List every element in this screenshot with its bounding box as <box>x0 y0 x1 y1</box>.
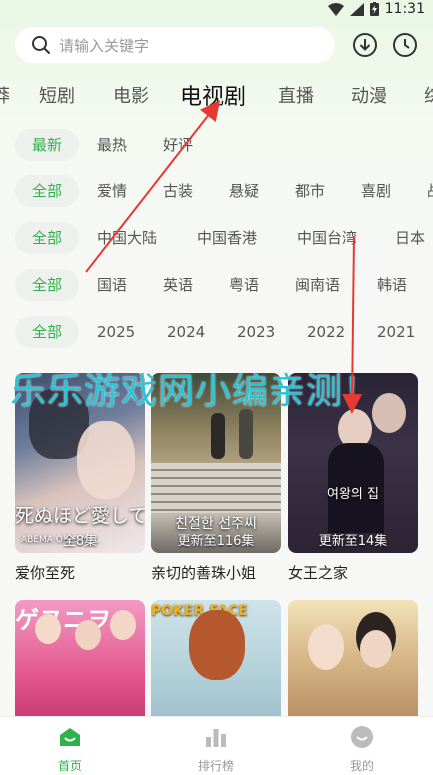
tab-tv-series[interactable]: 电视剧 <box>180 79 246 111</box>
nav-home[interactable]: 首页 <box>20 717 120 775</box>
filter-sort-newest[interactable]: 最新 <box>15 129 79 161</box>
nav-ranking-label: 排行榜 <box>197 759 234 773</box>
filter-language-row: 全部 国语 英语 粤语 闽南语 韩语 <box>0 269 433 303</box>
filter-genre-urban[interactable]: 都市 <box>295 175 325 207</box>
filter-region-all[interactable]: 全部 <box>15 222 79 254</box>
poster-title-text: 死ぬほど愛して <box>15 505 145 527</box>
poster-title-text: 여왕의 집 <box>327 487 379 502</box>
card-title: 女王之家 <box>288 564 349 582</box>
filter-language-all[interactable]: 全部 <box>15 269 79 301</box>
filter-genre-mystery[interactable]: 悬疑 <box>229 175 259 207</box>
filter-year-2022[interactable]: 2022 <box>307 316 345 348</box>
filter-sort-row: 最新 最热 好评 <box>0 129 433 163</box>
filter-year-2025[interactable]: 2025 <box>97 316 135 348</box>
filter-language-english[interactable]: 英语 <box>163 269 193 301</box>
smiley-icon <box>351 726 373 748</box>
card-title: 爱你至死 <box>15 564 76 582</box>
nav-ranking[interactable]: 排行榜 <box>166 717 266 775</box>
filter-language-cantonese[interactable]: 粤语 <box>229 269 259 301</box>
filter-sort-hottest[interactable]: 最热 <box>97 129 127 161</box>
clock-time: 11:31 <box>384 1 425 17</box>
search-input[interactable]: 请输入关键字 <box>15 27 335 63</box>
bottom-nav: 首页 排行榜 我的 <box>0 716 433 775</box>
filter-year-2024[interactable]: 2024 <box>167 316 205 348</box>
filter-language-mandarin[interactable]: 国语 <box>97 269 127 301</box>
episode-badge: 更新至14集 <box>318 534 388 549</box>
filter-language-korean[interactable]: 韩语 <box>377 269 407 301</box>
tab-live[interactable]: 直播 <box>278 82 314 108</box>
home-icon <box>60 728 80 746</box>
tab-short-drama[interactable]: 短剧 <box>39 82 75 108</box>
filter-genre-all[interactable]: 全部 <box>15 175 79 207</box>
filter-year-all[interactable]: 全部 <box>15 316 79 348</box>
drama-card-poster[interactable]: POKER FACE <box>151 600 281 720</box>
battery-icon <box>369 2 379 16</box>
tab-movie[interactable]: 电影 <box>113 82 149 108</box>
watermark-text: 乐乐游戏网小编亲测！ <box>10 371 381 412</box>
filter-region-row: 全部 中国大陆 中国香港 中国台湾 日本 <box>0 222 433 256</box>
nav-profile[interactable]: 我的 <box>312 717 412 775</box>
card-title: 亲切的善珠小姐 <box>151 564 257 582</box>
search-placeholder: 请输入关键字 <box>59 36 150 55</box>
search-icon <box>32 36 50 54</box>
filter-sort-top-rated[interactable]: 好评 <box>163 129 193 161</box>
tab-variety[interactable]: 综 <box>424 82 433 108</box>
filter-genre-romance[interactable]: 爱情 <box>97 175 127 207</box>
filter-region-japan[interactable]: 日本 <box>395 222 425 254</box>
tab-anime[interactable]: 动漫 <box>351 82 387 108</box>
episode-badge: 全8集 <box>62 534 98 549</box>
drama-card-poster[interactable]: ゲヌニヲ <box>15 600 145 720</box>
episode-badge: 更新至116集 <box>177 534 255 549</box>
filter-region-hongkong[interactable]: 中国香港 <box>197 222 257 254</box>
signal-icon <box>349 2 364 16</box>
filter-genre-war[interactable]: 战 <box>427 175 433 207</box>
filter-language-minnan[interactable]: 闽南语 <box>295 269 340 301</box>
nav-home-label: 首页 <box>57 759 82 773</box>
filter-genre-costume[interactable]: 古装 <box>163 175 193 207</box>
search-row: 请输入关键字 <box>0 27 433 63</box>
filter-genre-row: 全部 爱情 古装 悬疑 都市 喜剧 战 <box>0 175 433 209</box>
wifi-icon <box>327 2 344 16</box>
filter-year-2023[interactable]: 2023 <box>237 316 275 348</box>
filter-region-mainland[interactable]: 中国大陆 <box>97 222 157 254</box>
download-icon[interactable] <box>352 32 378 58</box>
nav-profile-label: 我的 <box>349 759 374 773</box>
status-bar: 11:31 <box>0 0 433 22</box>
drama-card-poster[interactable] <box>288 600 418 720</box>
filter-genre-comedy[interactable]: 喜剧 <box>361 175 391 207</box>
clock-icon[interactable] <box>392 32 418 58</box>
filter-region-taiwan[interactable]: 中国台湾 <box>297 222 357 254</box>
bar-chart-icon <box>206 729 226 747</box>
filter-year-2021[interactable]: 2021 <box>377 316 415 348</box>
tab-variety-partial[interactable]: 莽 <box>0 82 10 108</box>
category-tabs: 莽 短剧 电影 电视剧 直播 动漫 综 <box>0 78 433 112</box>
filter-year-row: 全部 2025 2024 2023 2022 2021 <box>0 316 433 350</box>
